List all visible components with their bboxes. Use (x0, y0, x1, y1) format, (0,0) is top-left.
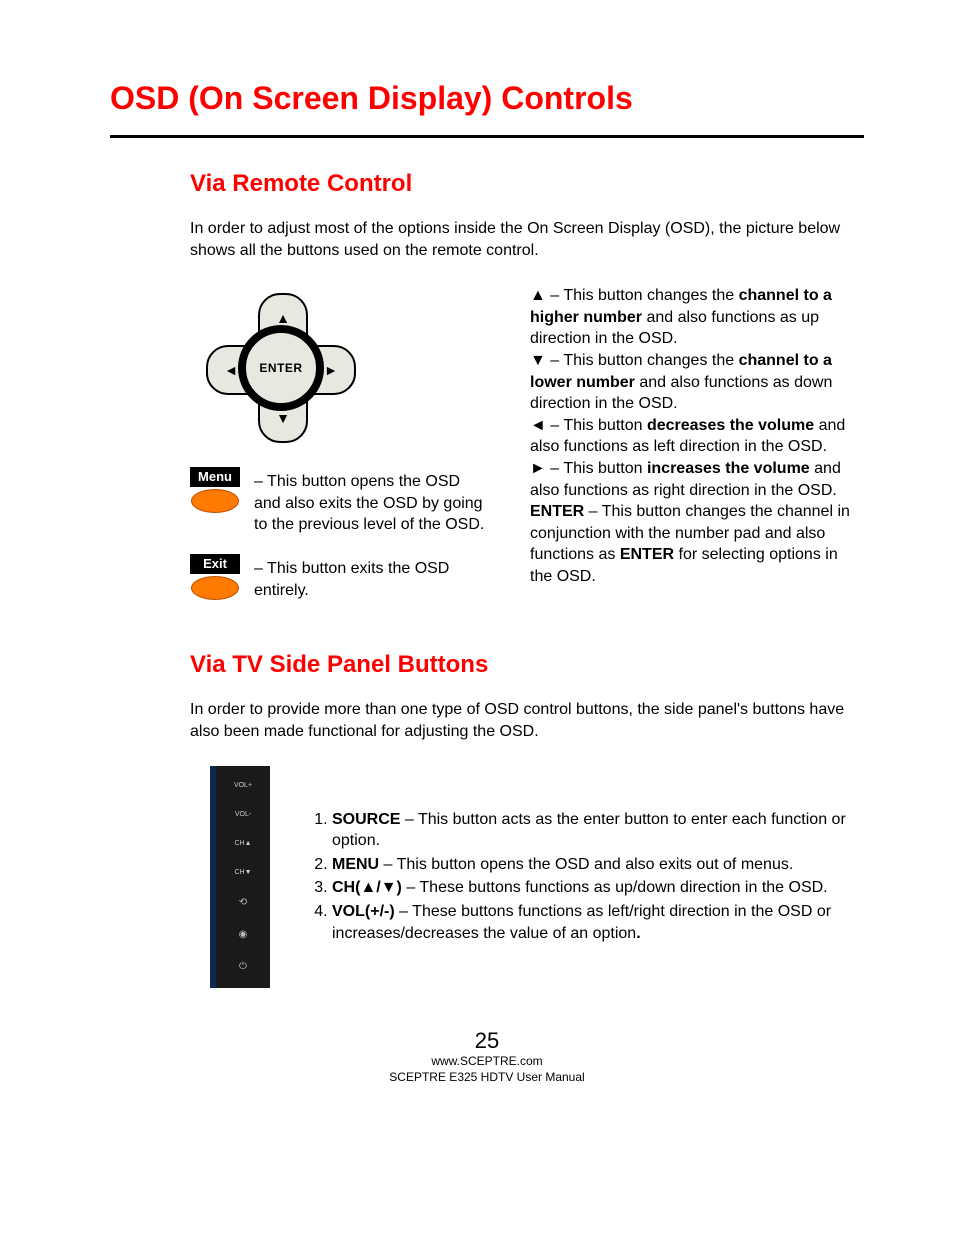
title-divider (110, 135, 864, 138)
page-title: OSD (On Screen Display) Controls (110, 80, 864, 117)
side-vol-plus: VOL+ (234, 782, 252, 789)
side-vol-minus: VOL- (235, 811, 251, 818)
right-symbol: ► (530, 460, 546, 477)
list-item: CH(▲/▼) – These buttons functions as up/… (332, 877, 864, 899)
down-symbol: ▼ (530, 352, 546, 369)
side-ch-up: CH▲ (234, 840, 251, 847)
exit-button-label: Exit (190, 554, 240, 574)
section-remote-heading: Via Remote Control (190, 170, 864, 198)
section-remote-intro: In order to adjust most of the options i… (190, 218, 864, 261)
section-sidepanel-intro: In order to provide more than one type o… (190, 699, 864, 742)
page-number: 25 (110, 1028, 864, 1054)
side-menu-icon: ◉ (239, 930, 248, 940)
menu-button-label: Menu (190, 467, 240, 487)
side-power-icon: ⏻ (239, 962, 247, 972)
up-symbol: ▲ (530, 287, 546, 304)
side-ch-down: CH▼ (234, 869, 251, 876)
dpad-enter-label: ENTER (238, 325, 324, 411)
left-symbol: ◄ (530, 417, 546, 434)
footer-url: www.SCEPTRE.com (110, 1054, 864, 1070)
side-panel-image: VOL+ VOL- CH▲ CH▼ ⟲ ◉ ⏻ (210, 766, 270, 988)
exit-button-icon (191, 576, 239, 600)
menu-button-desc: – This button opens the OSD and also exi… (254, 467, 490, 536)
menu-button-icon (191, 489, 239, 513)
remote-dpad-image: ▲ ▼ ◄ ► ENTER (206, 293, 490, 443)
side-source-icon: ⟲ (239, 898, 247, 908)
footer-manual: SCEPTRE E325 HDTV User Manual (110, 1070, 864, 1086)
dpad-descriptions: ▲ – This button changes the channel to a… (530, 285, 864, 619)
side-panel-list: SOURCE – This button acts as the enter b… (310, 809, 864, 947)
list-item: VOL(+/-) – These buttons functions as le… (332, 901, 864, 944)
section-sidepanel-heading: Via TV Side Panel Buttons (190, 651, 864, 679)
list-item: MENU – This button opens the OSD and als… (332, 854, 864, 876)
enter-label: ENTER (530, 503, 584, 520)
exit-button-image: Exit (190, 554, 240, 600)
list-item: SOURCE – This button acts as the enter b… (332, 809, 864, 852)
exit-button-desc: – This button exits the OSD entirely. (254, 554, 490, 601)
menu-button-image: Menu (190, 467, 240, 513)
